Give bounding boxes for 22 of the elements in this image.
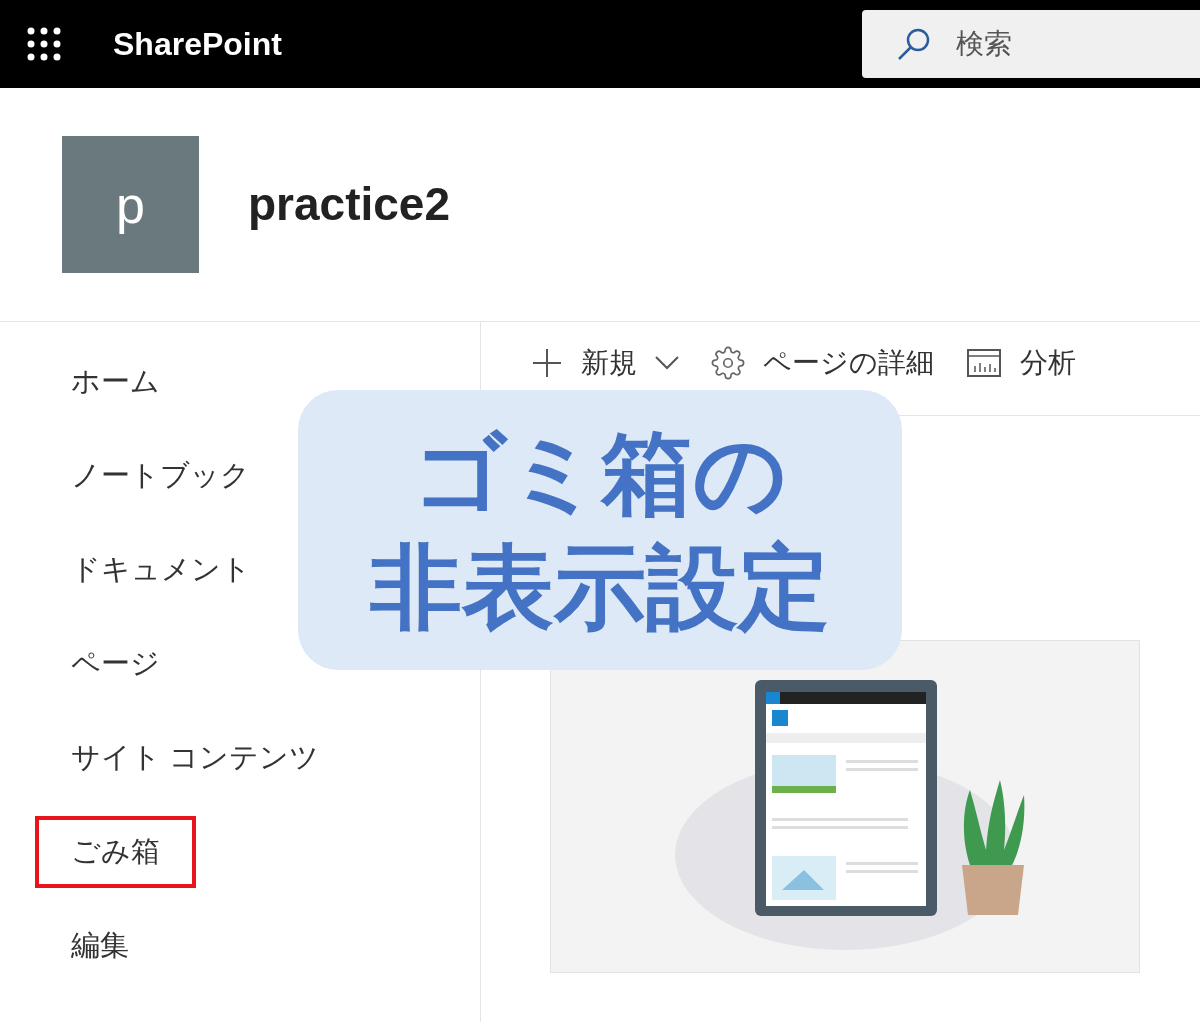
chevron-down-icon [655, 356, 679, 370]
nav-link[interactable]: ドキュメント [35, 534, 287, 606]
banner-title: 非表示設定 [370, 535, 830, 640]
plus-icon [531, 347, 563, 379]
chart-icon [966, 348, 1002, 378]
nav-link[interactable]: ページ [35, 628, 196, 700]
search-icon [896, 26, 932, 62]
command-button[interactable]: 分析 [966, 342, 1076, 384]
search-field[interactable]: 検索 [862, 10, 1200, 78]
site-title: practice2 [248, 177, 450, 232]
nav-link[interactable]: ごみ箱 [35, 816, 196, 888]
settings-icon [711, 346, 745, 380]
nav-link[interactable]: サイト コンテンツ [35, 722, 356, 794]
site-logo: p [62, 136, 199, 273]
command-button[interactable]: 新規 [531, 342, 679, 384]
nav-link[interactable]: ノートブック [35, 440, 286, 512]
app-name[interactable]: SharePoint [113, 20, 282, 68]
command-button[interactable]: ページの詳細 [711, 342, 934, 384]
app-launcher-icon[interactable] [27, 27, 61, 61]
nav-link[interactable]: 編集 [35, 910, 165, 982]
nav-link[interactable]: ホーム [35, 346, 196, 418]
banner-title: ゴミ箱の [413, 421, 787, 526]
